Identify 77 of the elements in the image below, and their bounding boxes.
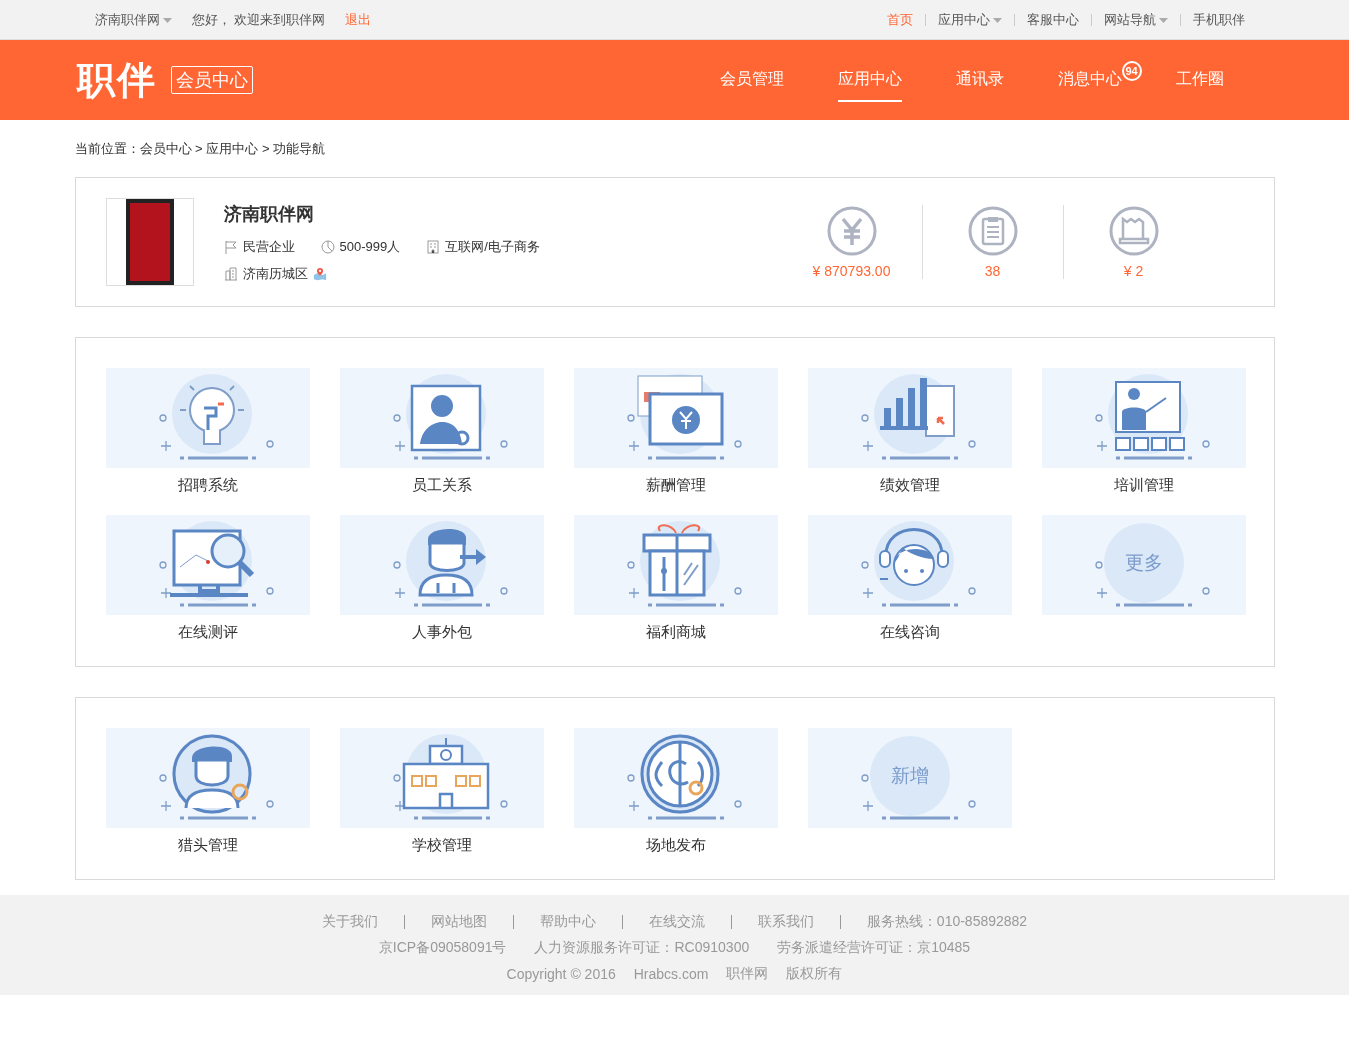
buildings-icon (223, 266, 238, 281)
welcome-text: 您好， 欢迎来到职伴网 (191, 11, 326, 29)
nav-tab[interactable]: 工作圈 (1175, 58, 1224, 102)
monitor-magnifier-drawing[interactable] (105, 515, 310, 615)
top-link[interactable]: 手机职伴 (1192, 11, 1245, 29)
growth-report-drawing[interactable] (807, 368, 1012, 468)
tile-circle-label: 更多 (1124, 551, 1163, 575)
receipt-icon (1107, 205, 1160, 257)
app-label: 招聘系统 (177, 476, 238, 495)
tile-circle-label: 新增 (890, 764, 929, 788)
app-tile[interactable]: 更多 (1041, 515, 1246, 615)
top-link[interactable]: 客服中心 (1026, 11, 1079, 29)
money-card-drawing[interactable] (573, 368, 778, 468)
person-arrow-drawing[interactable] (339, 515, 544, 615)
license-text: 京ICP备09058091号 (378, 939, 507, 957)
footer-link[interactable]: 关于我们 (321, 913, 378, 931)
map-pin-icon (312, 266, 327, 281)
company-tag: 500-999人 (339, 237, 401, 256)
logo[interactable]: 职伴 (76, 54, 157, 106)
headhunter-drawing[interactable] (105, 728, 310, 828)
headset-person-drawing[interactable] (807, 515, 1012, 615)
app-label: 场地发布 (645, 836, 706, 855)
gift-box-drawing[interactable] (573, 515, 778, 615)
presenter-board-drawing[interactable] (1041, 368, 1246, 468)
stat-value: ¥ 870793.00 (812, 263, 891, 279)
building-icon (426, 239, 441, 254)
person-gear-drawing[interactable] (339, 368, 544, 468)
copyright-text: 职伴网 (726, 965, 769, 983)
nav-tab[interactable]: 消息中心 94 (1057, 58, 1142, 102)
app-label: 绩效管理 (879, 476, 940, 495)
coin-gear-drawing[interactable] (573, 728, 778, 828)
footer-link[interactable]: 帮助中心 (539, 913, 596, 931)
app-label: 人事外包 (411, 623, 472, 642)
company-tag: 互联网/电子商务 (445, 237, 540, 256)
app-label: 在线咨询 (879, 623, 940, 642)
logout-link[interactable]: 退出 (345, 11, 372, 29)
lightbulb-drawing[interactable] (105, 368, 310, 468)
nav-tab[interactable]: 通讯录 (955, 58, 1004, 102)
app-label: 员工关系 (411, 476, 472, 495)
app-label: 福利商城 (645, 623, 706, 642)
caret-icon (1158, 17, 1168, 23)
clipboard-icon (966, 205, 1019, 257)
company-location: 济南历城区 (242, 264, 308, 283)
copyright-text: Hrabcs.com (633, 966, 709, 982)
member-center-label: 会员中心 (170, 66, 253, 94)
footer-link[interactable]: 网站地图 (430, 913, 487, 931)
license-text: 人力资源服务许可证：RC0910300 (534, 939, 750, 957)
top-link[interactable]: 首页 (886, 11, 913, 29)
app-label: 猎头管理 (177, 836, 238, 855)
caret-icon (992, 17, 1002, 23)
footer-link[interactable]: 在线交流 (648, 913, 705, 931)
breadcrumb: 当前位置：会员中心 > 应用中心 > 功能导航 (74, 140, 327, 158)
app-label: 在线测评 (177, 623, 238, 642)
stat-value: 38 (984, 263, 1001, 279)
pie-chart-icon (320, 239, 335, 254)
nav-tab[interactable]: 应用中心 (837, 58, 902, 102)
footer-link[interactable]: 联系我们 (757, 913, 814, 931)
top-link[interactable]: 网站导航 (1103, 11, 1168, 29)
message-count-badge: 94 (1121, 60, 1142, 81)
stat-value: ¥ 2 (1123, 263, 1144, 279)
top-link[interactable]: 应用中心 (937, 11, 1002, 29)
app-label: 培训管理 (1113, 476, 1174, 495)
city-selector[interactable]: 济南职伴网 (94, 11, 172, 29)
school-building-drawing[interactable] (339, 728, 544, 828)
copyright-text: 版权所有 (786, 965, 843, 983)
app-tile[interactable]: 新增 (807, 728, 1012, 828)
company-tag: 民营企业 (242, 237, 295, 256)
nav-tab[interactable]: 会员管理 (719, 58, 784, 102)
yen-icon (825, 205, 878, 257)
flag-icon (223, 239, 238, 254)
copyright-text: Copyright © 2016 (506, 966, 616, 982)
company-name: 济南职伴网 (223, 202, 315, 226)
hotline-text: 服务热线：010-85892882 (866, 913, 1028, 931)
license-text: 劳务派遣经营许可证：京10485 (777, 939, 971, 957)
caret-icon (162, 17, 172, 23)
app-label: 薪酬管理 (645, 476, 706, 495)
app-label: 学校管理 (411, 836, 472, 855)
